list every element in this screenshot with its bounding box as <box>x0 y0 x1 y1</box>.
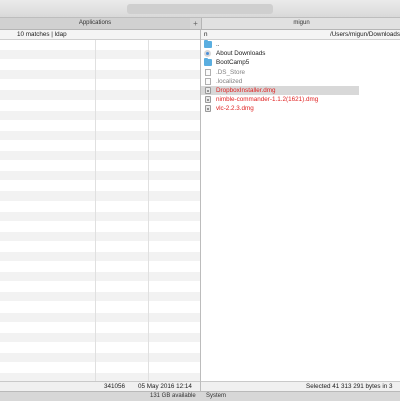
empty-row <box>0 282 200 293</box>
left-pane-header: 10 matches | ldap <box>0 30 200 40</box>
empty-row <box>0 40 200 51</box>
tab-migun[interactable]: migun <box>201 18 400 29</box>
empty-row <box>0 90 200 101</box>
file-name: .. <box>216 41 220 48</box>
empty-row <box>0 312 200 323</box>
file-row[interactable]: BootCamp5 <box>201 58 400 67</box>
empty-row <box>0 221 200 232</box>
empty-row <box>0 302 200 313</box>
left-pane-list[interactable] <box>0 40 200 381</box>
search-matches-label: 10 matches | ldap <box>17 31 67 38</box>
empty-row <box>0 363 200 374</box>
title-placeholder <box>127 4 273 14</box>
empty-row <box>0 100 200 111</box>
empty-row <box>0 352 200 363</box>
left-status-bar: 341056 05 May 2016 12:14 <box>0 381 200 391</box>
empty-row <box>0 130 200 141</box>
empty-row <box>0 342 200 353</box>
file-name: About Downloads <box>216 50 266 58</box>
empty-row <box>0 272 200 283</box>
file-name: DropboxInstaller.dmg <box>216 86 276 94</box>
empty-row <box>0 241 200 252</box>
file-name: nimble-commander-1.1.2(1621).dmg <box>216 96 319 104</box>
empty-row <box>0 191 200 202</box>
file-row[interactable]: About Downloads <box>201 49 400 58</box>
right-status-bar: Selected 41 313 291 bytes in 3 <box>201 381 400 391</box>
empty-row <box>0 171 200 182</box>
empty-row <box>0 60 200 71</box>
folder-icon <box>204 58 212 67</box>
alias-icon <box>204 50 211 58</box>
disk-image-icon <box>205 105 211 113</box>
file-row[interactable]: DropboxInstaller.dmg <box>201 85 359 96</box>
empty-row <box>0 151 200 162</box>
disk-image-icon <box>205 96 211 104</box>
folder-icon <box>204 40 212 48</box>
column-separator <box>148 40 149 381</box>
tab-applications[interactable]: Applications <box>0 18 190 29</box>
right-pane-list[interactable]: .. About Downloads BootCamp5 .DS_Store .loca… <box>201 40 400 114</box>
right-pane-header: n /Users/migun/Downloads <box>201 30 400 40</box>
file-date-value: 05 May 2016 12:14 <box>138 383 192 390</box>
current-path: /Users/migun/Downloads <box>330 31 400 38</box>
file-name: .DS_Store <box>216 68 246 76</box>
column-separator <box>95 40 96 381</box>
empty-row <box>0 251 200 263</box>
file-row[interactable]: .DS_Store <box>201 68 400 77</box>
empty-row <box>0 292 200 303</box>
empty-row <box>0 322 200 333</box>
empty-row <box>0 110 200 121</box>
empty-row <box>0 201 200 212</box>
empty-row <box>0 231 200 242</box>
file-row[interactable]: .. <box>201 40 400 49</box>
document-icon <box>205 68 211 76</box>
file-row[interactable]: vlc-2.2.3.dmg <box>201 104 400 113</box>
file-name: vlc-2.2.3.dmg <box>216 105 254 113</box>
add-tab-button[interactable]: + <box>191 18 200 29</box>
empty-row <box>0 161 200 172</box>
empty-row <box>0 50 200 61</box>
empty-row <box>0 332 200 343</box>
file-row[interactable]: .localized <box>201 77 400 86</box>
empty-row <box>0 181 200 192</box>
empty-row <box>0 140 200 152</box>
document-icon <box>205 77 211 85</box>
name-column-header[interactable]: n <box>201 31 208 38</box>
file-row[interactable]: nimble-commander-1.1.2(1621).dmg <box>201 95 400 104</box>
empty-row <box>0 211 200 222</box>
selection-summary: Selected 41 313 291 bytes in 3 <box>306 383 393 390</box>
file-size-value: 341056 <box>104 383 126 390</box>
file-name: .localized <box>216 77 243 85</box>
empty-row <box>0 70 200 81</box>
window-titlebar <box>0 0 400 18</box>
file-name: BootCamp5 <box>216 59 250 67</box>
disk-image-icon <box>205 86 211 94</box>
empty-row <box>0 373 200 381</box>
tab-bar: Applications + migun <box>0 18 400 30</box>
empty-row <box>0 262 200 273</box>
empty-row <box>0 80 200 91</box>
empty-row <box>0 120 200 131</box>
